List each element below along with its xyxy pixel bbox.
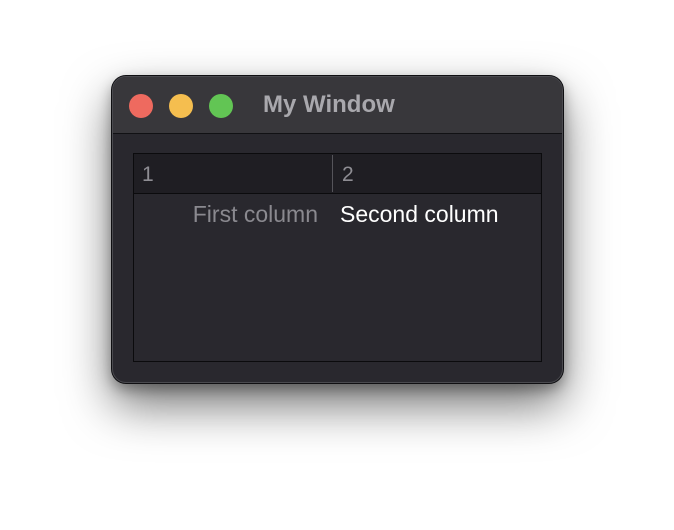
data-table: 1 2 First column Second column [133,153,542,362]
table-cell-first: First column [192,201,318,227]
column-header-2[interactable]: 2 [342,154,354,193]
column-resize-handle[interactable] [332,155,333,192]
zoom-button[interactable] [209,94,233,118]
minimize-button[interactable] [169,94,193,118]
desktop: My Window 1 2 First column Second column [0,0,674,530]
app-window: My Window 1 2 First column Second column [112,76,563,383]
table-header: 1 2 [134,154,541,194]
table-cell-second: Second column [340,201,499,227]
table-row[interactable]: First column Second column [134,194,541,234]
close-button[interactable] [129,94,153,118]
window-title: My Window [263,91,395,118]
title-bar[interactable]: My Window [113,77,562,134]
column-header-1[interactable]: 1 [142,154,154,193]
